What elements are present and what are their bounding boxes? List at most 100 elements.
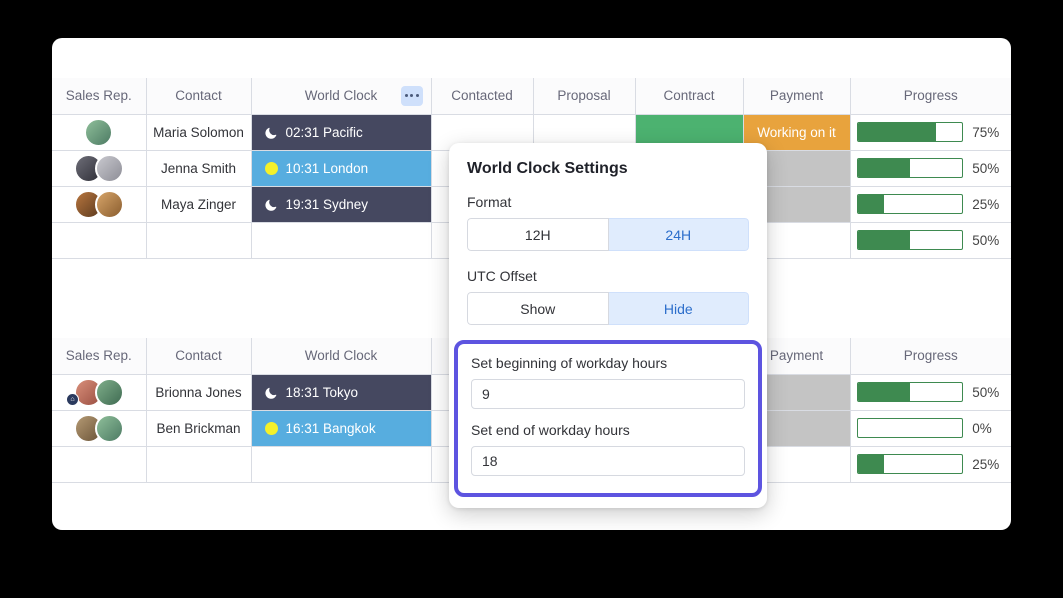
- cell-progress[interactable]: 50%: [850, 222, 1012, 259]
- avatar-group[interactable]: [52, 413, 146, 443]
- avatar-group[interactable]: [52, 153, 146, 183]
- header-world-clock-label: World Clock: [304, 88, 378, 104]
- cell-sales-rep[interactable]: [52, 410, 147, 447]
- progress-bar: 25%: [851, 454, 1012, 474]
- cell-progress[interactable]: 75%: [850, 114, 1012, 151]
- world-clock-text: 19:31 Sydney: [285, 196, 369, 212]
- cell-contact[interactable]: Jenna Smith: [146, 150, 252, 187]
- format-label: Format: [467, 194, 512, 210]
- progress-track: [857, 158, 964, 178]
- header-contacted[interactable]: Contacted: [431, 78, 534, 115]
- progress-track: [857, 230, 964, 250]
- cell-sales-rep[interactable]: [52, 446, 147, 483]
- progress-label: 50%: [972, 160, 1000, 176]
- workday-start-input[interactable]: [471, 379, 745, 409]
- workday-hours-highlight: Set beginning of workday hours Set end o…: [454, 340, 762, 497]
- cell-progress[interactable]: 25%: [850, 446, 1012, 483]
- utc-option-hide[interactable]: Hide: [608, 292, 749, 325]
- progress-fill: [858, 195, 885, 213]
- avatar-group[interactable]: ⌂: [52, 377, 146, 407]
- cell-sales-rep[interactable]: ⌂: [52, 374, 147, 411]
- progress-track: [857, 122, 964, 142]
- cell-world-clock[interactable]: 18:31 Tokyo: [251, 374, 432, 411]
- progress-fill: [858, 159, 911, 177]
- cell-contact[interactable]: Brionna Jones: [146, 374, 252, 411]
- header-world-clock[interactable]: World Clock: [251, 78, 432, 115]
- progress-label: 0%: [972, 420, 992, 436]
- avatar[interactable]: [94, 377, 124, 407]
- utc-option-show[interactable]: Show: [467, 292, 609, 325]
- moon-icon: [264, 199, 276, 211]
- header-sales-rep[interactable]: Sales Rep.: [52, 338, 147, 375]
- world-clock-text: 18:31 Tokyo: [285, 384, 359, 400]
- avatar-group[interactable]: [52, 117, 146, 147]
- utc-segmented-control: Show Hide: [467, 292, 749, 325]
- world-clock-text: 02:31 Pacific: [285, 124, 363, 140]
- cell-world-clock[interactable]: 10:31 London: [251, 150, 432, 187]
- cell-sales-rep[interactable]: [52, 150, 147, 187]
- header-progress[interactable]: Progress: [850, 78, 1011, 115]
- cell-contact[interactable]: Maria Solomon: [146, 114, 252, 151]
- cell-contact[interactable]: Maya Zinger: [146, 186, 252, 223]
- cell-progress[interactable]: 0%: [850, 410, 1012, 447]
- world-clock-value: 10:31 London: [251, 150, 431, 186]
- format-option-12h[interactable]: 12H: [467, 218, 609, 251]
- world-clock-text: 16:31 Bangkok: [285, 420, 376, 436]
- cell-progress[interactable]: 50%: [850, 150, 1011, 187]
- progress-label: 50%: [972, 384, 1000, 400]
- cell-contact[interactable]: [146, 446, 252, 483]
- header-sales-rep[interactable]: Sales Rep.: [52, 78, 147, 115]
- cell-world-clock[interactable]: 02:31 Pacific: [251, 114, 432, 151]
- workday-start-label: Set beginning of workday hours: [471, 355, 668, 371]
- avatar[interactable]: [94, 189, 124, 219]
- workday-end-input[interactable]: [471, 446, 745, 476]
- avatar[interactable]: [84, 117, 114, 147]
- world-clock-value: 16:31 Bangkok: [251, 410, 431, 446]
- workday-end-label: Set end of workday hours: [471, 422, 630, 438]
- progress-bar: 0%: [851, 418, 1012, 438]
- progress-bar: 75%: [851, 122, 1012, 142]
- header-contact[interactable]: Contact: [146, 78, 252, 115]
- utc-offset-label: UTC Offset: [467, 268, 537, 284]
- avatar[interactable]: [94, 413, 124, 443]
- header-progress[interactable]: Progress: [850, 338, 1011, 375]
- progress-label: 75%: [972, 124, 1000, 140]
- cell-world-clock[interactable]: [251, 446, 432, 483]
- progress-bar: 50%: [851, 382, 1012, 402]
- sun-icon: [264, 421, 278, 435]
- cell-world-clock[interactable]: 19:31 Sydney: [251, 186, 432, 223]
- progress-bar: 50%: [851, 230, 1012, 250]
- header-world-clock[interactable]: World Clock: [251, 338, 432, 375]
- cell-contact[interactable]: Ben Brickman: [146, 410, 252, 447]
- cell-world-clock[interactable]: [251, 222, 432, 259]
- table-header-row: Sales Rep. Contact World Clock Contacted…: [52, 78, 1011, 115]
- cell-contact[interactable]: [146, 222, 252, 259]
- cell-world-clock[interactable]: 16:31 Bangkok: [251, 410, 432, 447]
- cell-progress[interactable]: 50%: [850, 374, 1012, 411]
- progress-label: 25%: [972, 456, 1000, 472]
- progress-fill: [858, 455, 885, 473]
- world-clock-text: 10:31 London: [285, 160, 369, 176]
- progress-bar: 25%: [851, 194, 1012, 214]
- progress-track: [857, 454, 964, 474]
- cell-sales-rep[interactable]: [52, 222, 147, 259]
- world-clock-settings-popover: World Clock Settings Format 12H 24H UTC …: [449, 143, 767, 508]
- format-option-24h[interactable]: 24H: [608, 218, 749, 251]
- header-payment[interactable]: Payment: [743, 78, 851, 115]
- avatar[interactable]: [94, 153, 124, 183]
- progress-track: [857, 418, 964, 438]
- header-proposal[interactable]: Proposal: [533, 78, 636, 115]
- app-card: Sales Rep. Contact World Clock Contacted…: [52, 38, 1011, 530]
- cell-sales-rep[interactable]: [52, 114, 147, 151]
- progress-fill: [858, 123, 937, 141]
- progress-fill: [858, 383, 911, 401]
- cell-progress[interactable]: 25%: [850, 186, 1012, 223]
- cell-sales-rep[interactable]: [52, 186, 147, 223]
- world-clock-value: 02:31 Pacific: [251, 114, 431, 150]
- progress-label: 25%: [972, 196, 1000, 212]
- header-contract[interactable]: Contract: [635, 78, 744, 115]
- avatar-group[interactable]: [52, 189, 146, 219]
- header-contact[interactable]: Contact: [146, 338, 252, 375]
- progress-label: 50%: [972, 232, 1000, 248]
- column-menu-icon[interactable]: [400, 85, 423, 106]
